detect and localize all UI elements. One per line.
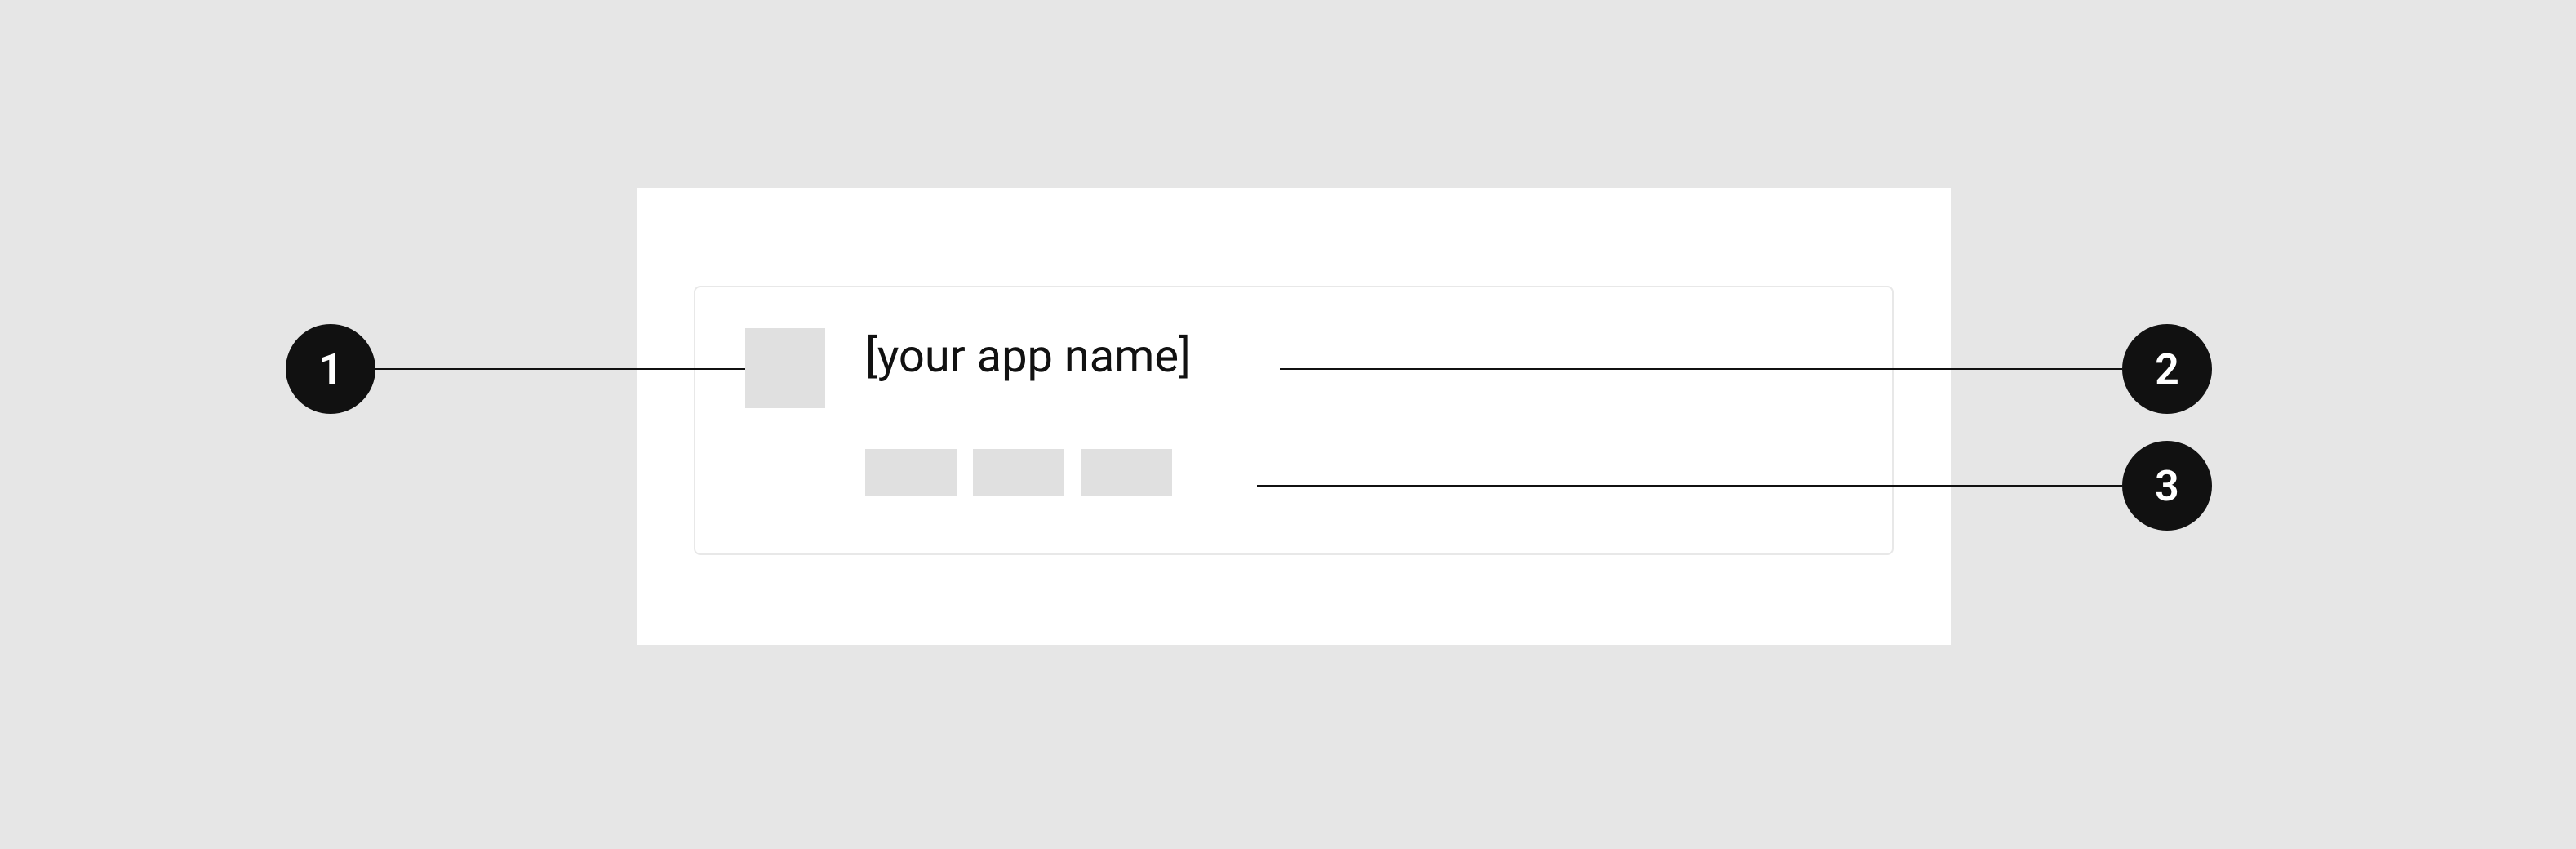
card-container [694,286,1894,555]
diagram-canvas: [your app name] 1 2 3 [0,0,2576,849]
callout-badge-1: 1 [286,324,375,414]
callout-badge-2: 2 [2122,324,2212,414]
callout-line-1 [375,368,745,370]
callout-line-3 [1257,485,2122,487]
chips-row [865,449,1172,496]
callout-number: 2 [2155,344,2179,394]
chip-placeholder [865,449,957,496]
chip-placeholder [973,449,1064,496]
callout-number: 3 [2155,461,2179,511]
app-icon-placeholder [745,328,825,408]
app-name-label: [your app name] [865,333,1191,379]
callout-line-2 [1280,368,2122,370]
callout-number: 1 [318,344,343,394]
chip-placeholder [1081,449,1172,496]
callout-badge-3: 3 [2122,441,2212,531]
